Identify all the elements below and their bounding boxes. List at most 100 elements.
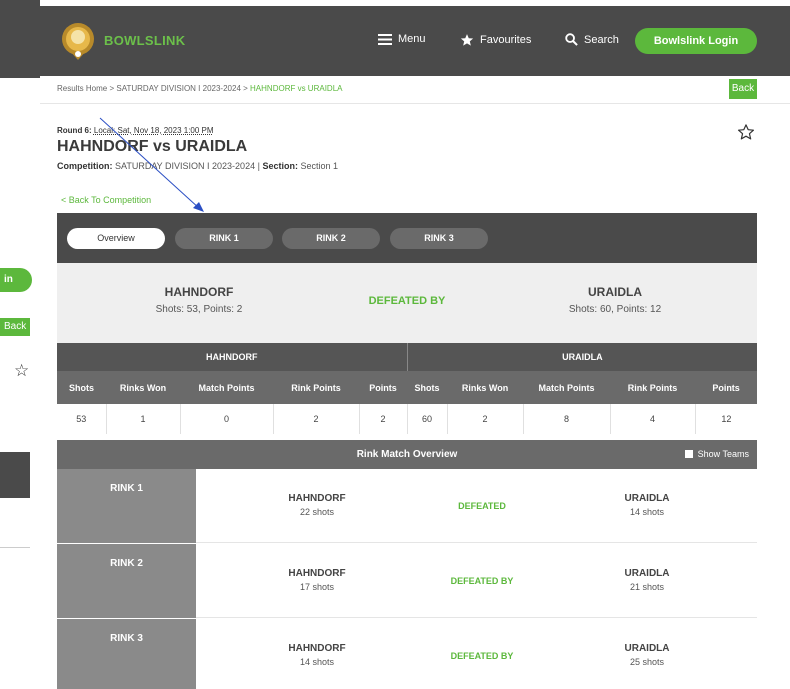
back-button[interactable]: Back xyxy=(729,79,757,99)
page-title: HAHNDORF vs URAIDLA xyxy=(57,138,248,155)
rink-home-team: HAHNDORF xyxy=(288,643,346,654)
round-info: Round 6: Local: Sat, Nov 18, 2023 1:00 P… xyxy=(57,126,214,135)
summary-home-stats: Shots: 53, Points: 2 xyxy=(155,304,243,315)
menu-button[interactable]: Menu xyxy=(378,33,426,45)
col-rink-points: Rink Points xyxy=(610,371,696,404)
background-nav xyxy=(0,0,40,78)
bowlslink-logo-icon[interactable] xyxy=(58,21,98,61)
background-back-button: Back xyxy=(0,318,30,336)
competition-label: Competition: xyxy=(57,161,113,171)
background-star-icon: ☆ xyxy=(14,361,30,380)
col-shots: Shots xyxy=(407,371,448,404)
breadcrumb-results-home[interactable]: Results Home xyxy=(57,84,107,93)
competition-info: Competition: SATURDAY DIVISION I 2023-20… xyxy=(57,161,338,171)
breadcrumb-competition[interactable]: SATURDAY DIVISION I 2023-2024 xyxy=(116,84,241,93)
rink-home-shots: 14 shots xyxy=(299,657,335,667)
search-button[interactable]: Search xyxy=(565,33,619,46)
section-value: Section 1 xyxy=(300,161,339,171)
rink-row-1[interactable]: RINK 1 HAHNDORF 22 shots DEFEATED URAIDL… xyxy=(57,469,757,543)
home-points-cell: 2 xyxy=(359,404,408,434)
summary-away-stats: Shots: 60, Points: 12 xyxy=(568,304,662,315)
favourite-star-icon[interactable] xyxy=(737,123,755,141)
home-rink-points-cell: 2 xyxy=(273,404,360,434)
tab-rink-1[interactable]: RINK 1 xyxy=(175,228,273,249)
show-teams-toggle[interactable]: Show Teams xyxy=(684,449,749,459)
rink-home-shots: 22 shots xyxy=(299,507,335,517)
section-label: Section: xyxy=(262,161,298,171)
bowlslink-login-button[interactable]: Bowlslink Login xyxy=(635,28,757,54)
stats-away-team: URAIDLA xyxy=(407,343,758,371)
away-points-cell: 12 xyxy=(695,404,758,434)
breadcrumb-current: HAHNDORF vs URAIDLA xyxy=(250,84,343,93)
col-shots: Shots xyxy=(57,371,106,404)
rink-away-shots: 14 shots xyxy=(629,507,665,517)
favourites-label: Favourites xyxy=(480,34,532,46)
rink-home: HAHNDORF 14 shots xyxy=(247,643,387,667)
summary-home-name: HAHNDORF xyxy=(164,285,234,299)
col-rinks-won: Rinks Won xyxy=(106,371,180,404)
tab-overview[interactable]: Overview xyxy=(67,228,165,249)
away-match-points-cell: 8 xyxy=(523,404,611,434)
rink-row-3[interactable]: RINK 3 HAHNDORF 14 shots DEFEATED BY URA… xyxy=(57,619,757,689)
home-match-points-cell: 0 xyxy=(180,404,274,434)
rink-away: URAIDLA 25 shots xyxy=(577,643,717,667)
home-shots-cell: 53 xyxy=(57,404,107,434)
col-points: Points xyxy=(359,371,408,404)
tab-bar: Overview RINK 1 RINK 2 RINK 3 xyxy=(57,213,757,263)
breadcrumb-separator: > xyxy=(243,84,248,93)
show-teams-label: Show Teams xyxy=(697,449,749,459)
rink-home-team: HAHNDORF xyxy=(288,568,346,579)
search-label: Search xyxy=(584,33,619,46)
stats-group-header: HAHNDORF URAIDLA xyxy=(57,343,758,371)
rink-overview-header: Rink Match Overview Show Teams xyxy=(57,440,757,469)
rink-home-team: HAHNDORF xyxy=(288,493,346,504)
rink-overview-title: Rink Match Overview xyxy=(356,449,458,460)
col-match-points: Match Points xyxy=(523,371,611,404)
summary-away-name: URAIDLA xyxy=(588,285,642,299)
top-nav: BOWLSLINK Menu Favourites Search Bowlsli… xyxy=(40,6,790,76)
star-filled-icon xyxy=(460,34,474,46)
round-label: Round 6: xyxy=(57,126,92,135)
stats-table: HAHNDORF URAIDLA Shots Rinks Won Match P… xyxy=(57,343,758,434)
breadcrumb-separator: > xyxy=(109,84,115,93)
col-rinks-won: Rinks Won xyxy=(447,371,524,404)
summary-away: URAIDLA Shots: 60, Points: 12 xyxy=(515,285,715,315)
info-divider: | xyxy=(257,161,260,171)
rink-away: URAIDLA 21 shots xyxy=(577,568,717,592)
favourites-button[interactable]: Favourites xyxy=(460,33,531,47)
stats-column-header: Shots Rinks Won Match Points Rink Points… xyxy=(57,371,758,404)
main-window: BOWLSLINK Menu Favourites Search Bowlsli… xyxy=(40,6,790,689)
tab-rink-2[interactable]: RINK 2 xyxy=(282,228,380,249)
summary-result: DEFEATED BY xyxy=(368,295,446,307)
rink-home-shots: 17 shots xyxy=(299,582,335,592)
rink-away-shots: 21 shots xyxy=(629,582,665,592)
background-window: in Back ☆ xyxy=(0,0,40,689)
background-row xyxy=(0,498,30,548)
rink-label: RINK 2 xyxy=(57,544,196,618)
stats-home-team: HAHNDORF xyxy=(57,343,408,371)
logo-text[interactable]: BOWLSLINK xyxy=(104,33,185,48)
away-rinks-won-cell: 2 xyxy=(447,404,524,434)
menu-label: Menu xyxy=(398,33,426,45)
away-shots-cell: 60 xyxy=(407,404,448,434)
breadcrumb-divider xyxy=(40,103,790,104)
rink-row-2[interactable]: RINK 2 HAHNDORF 17 shots DEFEATED BY URA… xyxy=(57,544,757,618)
show-teams-checkbox[interactable] xyxy=(684,450,693,458)
col-points: Points xyxy=(695,371,758,404)
hamburger-icon xyxy=(378,33,392,45)
home-rinks-won-cell: 1 xyxy=(106,404,181,434)
rink-away-team: URAIDLA xyxy=(624,643,670,654)
search-icon xyxy=(565,33,578,46)
rink-home: HAHNDORF 22 shots xyxy=(247,493,387,517)
rink-away: URAIDLA 14 shots xyxy=(577,493,717,517)
col-match-points: Match Points xyxy=(180,371,273,404)
rink-label: RINK 1 xyxy=(57,469,196,543)
col-rink-points: Rink Points xyxy=(273,371,359,404)
competition-value: SATURDAY DIVISION I 2023-2024 xyxy=(115,161,256,171)
rink-result: DEFEATED BY xyxy=(450,651,514,661)
tab-rink-3[interactable]: RINK 3 xyxy=(390,228,488,249)
background-login-button: in xyxy=(0,268,32,292)
back-to-competition-link[interactable]: < Back To Competition xyxy=(61,195,151,205)
rink-result: DEFEATED xyxy=(458,501,506,511)
breadcrumb: Results Home > SATURDAY DIVISION I 2023-… xyxy=(57,84,342,93)
